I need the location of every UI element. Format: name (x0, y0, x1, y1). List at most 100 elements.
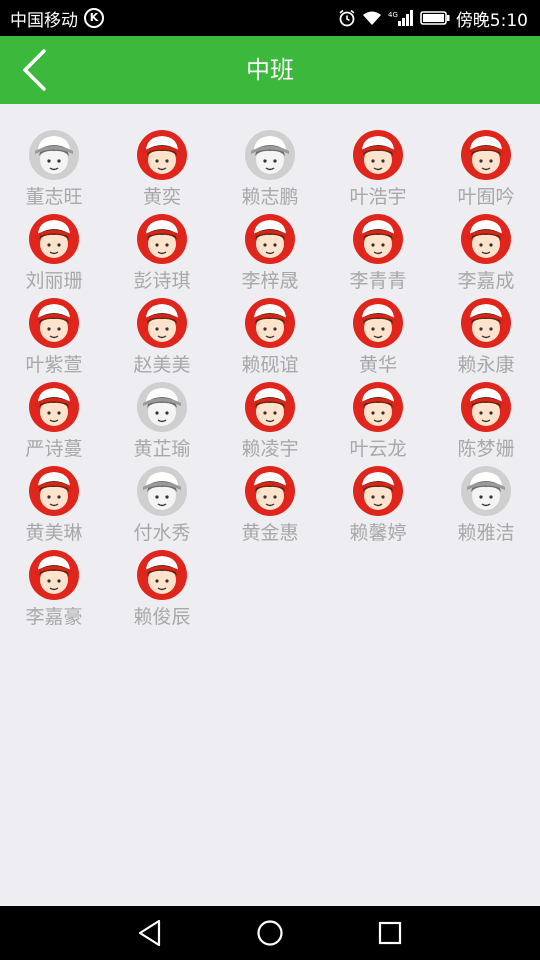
carrier-badge-icon: K (84, 8, 104, 28)
student-name: 李梓晟 (241, 270, 299, 292)
student-item[interactable]: 刘丽珊 (0, 210, 108, 294)
student-name: 黄华 (358, 354, 397, 376)
student-name: 李嘉成 (457, 270, 515, 292)
student-avatar-inactive-icon (461, 466, 511, 516)
page-title: 中班 (246, 56, 294, 84)
student-item[interactable]: 赖砚谊 (216, 294, 324, 378)
app-header: 中班 (0, 36, 540, 104)
student-name: 董志旺 (25, 186, 83, 208)
student-name: 赖志鹏 (241, 186, 299, 208)
student-name: 赖砚谊 (241, 354, 299, 376)
student-name: 叶云龙 (349, 438, 407, 460)
student-item[interactable]: 李嘉豪 (0, 546, 108, 630)
student-item[interactable]: 黄芷瑜 (108, 378, 216, 462)
student-item[interactable]: 付水秀 (108, 462, 216, 546)
student-avatar-icon (245, 466, 295, 516)
network-type-label: 4G (388, 11, 398, 19)
nav-recents-button[interactable] (374, 917, 406, 949)
student-item[interactable]: 李青青 (324, 210, 432, 294)
student-name: 叶浩宇 (349, 186, 407, 208)
student-item[interactable]: 叶紫萱 (0, 294, 108, 378)
student-item[interactable]: 赖俊辰 (108, 546, 216, 630)
student-avatar-icon (137, 550, 187, 600)
student-name: 刘丽珊 (25, 270, 83, 292)
student-avatar-icon (245, 382, 295, 432)
student-item[interactable]: 李嘉成 (432, 210, 540, 294)
student-avatar-icon (29, 382, 79, 432)
carrier-label: 中国移动 (10, 10, 78, 31)
student-item[interactable]: 李梓晟 (216, 210, 324, 294)
student-name: 黄金惠 (241, 522, 299, 544)
student-item[interactable]: 彭诗琪 (108, 210, 216, 294)
back-triangle-icon (138, 919, 161, 947)
student-item[interactable]: 赵美美 (108, 294, 216, 378)
student-item[interactable]: 黄金惠 (216, 462, 324, 546)
student-avatar-icon (29, 550, 79, 600)
student-item[interactable]: 赖馨婷 (324, 462, 432, 546)
student-grid: 董志旺 黄奕 赖志鹏 叶浩宇 叶囿吟刘丽珊 彭诗琪 李梓晟 李青青 李嘉成叶紫萱 赵美美 赖砚谊 黄华… (0, 126, 540, 630)
student-name: 黄美琳 (25, 522, 83, 544)
student-name: 黄奕 (142, 186, 181, 208)
student-name: 陈梦姗 (457, 438, 515, 460)
student-avatar-inactive-icon (29, 130, 79, 180)
student-avatar-icon (245, 214, 295, 264)
student-name: 赖俊辰 (133, 606, 191, 628)
student-avatar-icon (29, 466, 79, 516)
student-avatar-icon (353, 130, 403, 180)
signal-icon: 4G (388, 9, 414, 27)
student-avatar-icon (29, 214, 79, 264)
student-name: 赵美美 (133, 354, 191, 376)
student-name: 李嘉豪 (25, 606, 83, 628)
student-avatar-icon (137, 214, 187, 264)
student-item[interactable]: 赖永康 (432, 294, 540, 378)
system-nav-bar (0, 906, 540, 960)
student-item[interactable]: 董志旺 (0, 126, 108, 210)
student-name: 赖馨婷 (349, 522, 407, 544)
student-name: 付水秀 (133, 522, 191, 544)
alarm-icon (338, 9, 356, 27)
student-avatar-inactive-icon (245, 130, 295, 180)
student-item[interactable]: 赖凌宇 (216, 378, 324, 462)
student-name: 李青青 (349, 270, 407, 292)
student-name: 赖凌宇 (241, 438, 299, 460)
student-item[interactable]: 黄华 (324, 294, 432, 378)
student-item[interactable]: 叶云龙 (324, 378, 432, 462)
status-right: 4G 傍晚5:10 (338, 6, 528, 31)
student-avatar-inactive-icon (137, 382, 187, 432)
status-bar: 中国移动 K 4G 傍晚5:10 (0, 0, 540, 36)
nav-back-button[interactable] (134, 917, 166, 949)
student-item[interactable]: 严诗蔓 (0, 378, 108, 462)
status-left: 中国移动 K (10, 6, 104, 31)
student-avatar-icon (245, 298, 295, 348)
student-avatar-inactive-icon (137, 466, 187, 516)
student-avatar-icon (461, 214, 511, 264)
student-item[interactable]: 叶囿吟 (432, 126, 540, 210)
student-avatar-icon (137, 130, 187, 180)
student-item[interactable]: 叶浩宇 (324, 126, 432, 210)
student-avatar-icon (353, 214, 403, 264)
student-avatar-icon (353, 382, 403, 432)
student-avatar-icon (137, 298, 187, 348)
student-name: 叶紫萱 (25, 354, 83, 376)
clock-label: 傍晚5:10 (455, 10, 528, 31)
student-item[interactable]: 陈梦姗 (432, 378, 540, 462)
wifi-icon (362, 10, 382, 26)
student-name: 叶囿吟 (457, 186, 515, 208)
student-name: 赖永康 (457, 354, 515, 376)
nav-home-button[interactable] (254, 917, 286, 949)
student-name: 严诗蔓 (25, 438, 83, 460)
student-name: 黄芷瑜 (133, 438, 191, 460)
student-item[interactable]: 赖雅洁 (432, 462, 540, 546)
student-item[interactable]: 黄美琳 (0, 462, 108, 546)
student-name: 赖雅洁 (457, 522, 515, 544)
student-avatar-icon (461, 130, 511, 180)
student-avatar-icon (461, 298, 511, 348)
student-avatar-icon (461, 382, 511, 432)
battery-icon (420, 10, 450, 26)
student-avatar-icon (29, 298, 79, 348)
student-name: 彭诗琪 (133, 270, 191, 292)
student-avatar-icon (353, 466, 403, 516)
student-item[interactable]: 赖志鹏 (216, 126, 324, 210)
recents-square-icon (378, 921, 402, 945)
student-item[interactable]: 黄奕 (108, 126, 216, 210)
